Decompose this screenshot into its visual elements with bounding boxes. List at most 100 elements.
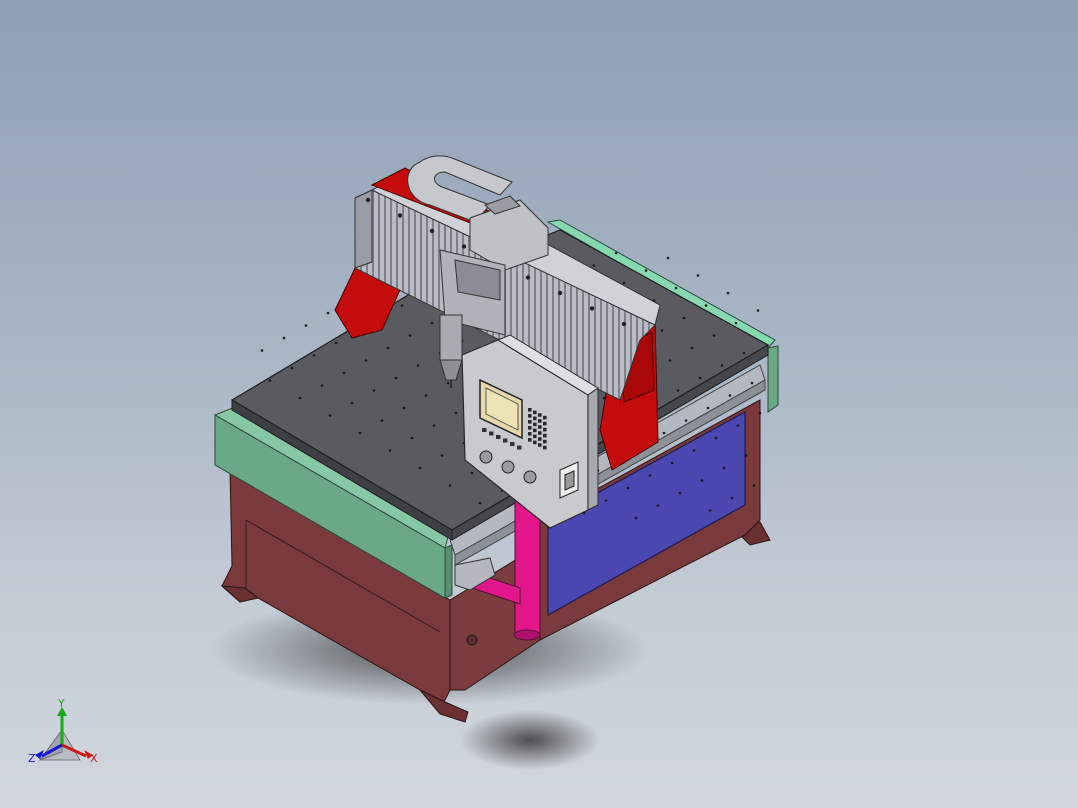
x-axis-label: X xyxy=(90,752,98,765)
table-hole xyxy=(448,484,452,487)
keypad-key[interactable] xyxy=(533,434,537,439)
table-hole xyxy=(722,466,726,470)
keypad-key[interactable] xyxy=(528,414,532,418)
table-hole xyxy=(726,291,730,295)
table-hole xyxy=(290,366,294,370)
table-hole xyxy=(690,346,694,350)
table-hole xyxy=(750,381,754,385)
table-hole xyxy=(282,336,286,340)
table-hole xyxy=(410,436,414,440)
table-hole xyxy=(364,359,368,362)
keypad-key[interactable] xyxy=(538,431,542,435)
table-hole xyxy=(700,479,704,482)
table-hole xyxy=(734,321,738,325)
table-hole xyxy=(714,436,718,440)
table-hole xyxy=(708,509,712,512)
table-hole xyxy=(676,389,680,392)
table-hole xyxy=(758,411,762,415)
y-axis-label: Y xyxy=(57,697,65,710)
keypad-key[interactable] xyxy=(538,437,542,441)
table-hole xyxy=(698,376,702,380)
table-hole xyxy=(268,379,272,382)
function-key[interactable] xyxy=(510,442,515,446)
table-hole xyxy=(470,471,474,475)
table-hole xyxy=(666,256,670,260)
table-hole xyxy=(720,364,724,367)
table-hole xyxy=(674,286,678,290)
keypad-key[interactable] xyxy=(543,439,547,444)
table-hole xyxy=(334,341,338,345)
table-hole xyxy=(440,454,444,457)
keypad-key[interactable] xyxy=(528,408,532,412)
graphics-viewport[interactable]: Y X Z xyxy=(0,0,1078,808)
keypad-key[interactable] xyxy=(528,420,532,424)
table-hole xyxy=(742,351,746,355)
table-hole xyxy=(432,424,436,427)
keypad-key[interactable] xyxy=(528,432,532,436)
table-hole xyxy=(706,406,710,410)
table-hole xyxy=(372,389,376,392)
table-hole xyxy=(478,501,482,505)
table-hole xyxy=(704,304,708,307)
keypad-key[interactable] xyxy=(533,410,537,415)
keypad-key[interactable] xyxy=(533,428,537,433)
keypad-key[interactable] xyxy=(538,413,542,417)
table-hole xyxy=(648,474,652,477)
keypad-key[interactable] xyxy=(533,416,537,421)
function-key[interactable] xyxy=(496,435,501,439)
function-key[interactable] xyxy=(517,445,522,450)
table-hole xyxy=(662,431,666,435)
beam-bolt xyxy=(397,213,403,218)
table-hole xyxy=(424,394,428,397)
table-hole xyxy=(744,454,748,457)
table-hole xyxy=(634,516,638,520)
keypad-key[interactable] xyxy=(538,425,542,429)
table-hole xyxy=(756,309,760,312)
table-hole xyxy=(728,394,732,397)
table-hole xyxy=(304,324,308,327)
table-hole xyxy=(752,484,756,487)
keypad-key[interactable] xyxy=(543,445,547,450)
keypad-key[interactable] xyxy=(538,419,542,423)
orientation-triad: Y X Z xyxy=(28,697,98,765)
table-hole xyxy=(454,411,458,415)
table-hole xyxy=(604,499,608,502)
keypad-key[interactable] xyxy=(528,438,532,442)
beam-bolt xyxy=(621,321,627,327)
table-hole xyxy=(312,354,316,357)
table-hole xyxy=(320,384,324,387)
table-hole xyxy=(260,349,264,352)
function-key[interactable] xyxy=(482,428,487,432)
table-hole xyxy=(386,346,390,350)
table-hole xyxy=(626,486,630,490)
keypad-key[interactable] xyxy=(528,426,532,430)
beam-bolt xyxy=(525,275,531,280)
table-hole xyxy=(418,466,422,470)
function-key[interactable] xyxy=(489,431,494,436)
z-axis-label: Z xyxy=(28,752,36,765)
table-hole xyxy=(326,311,330,315)
keypad-key[interactable] xyxy=(543,433,547,438)
table-hole xyxy=(388,449,392,452)
table-hole xyxy=(402,406,406,410)
keypad-key[interactable] xyxy=(533,422,537,427)
table-hole xyxy=(342,371,346,375)
keypad-key[interactable] xyxy=(543,421,547,426)
beam-bolt xyxy=(589,306,595,311)
keypad-key[interactable] xyxy=(533,440,537,445)
table-hole xyxy=(614,251,618,255)
table-hole xyxy=(622,281,626,285)
table-hole xyxy=(712,334,716,337)
keypad-key[interactable] xyxy=(543,415,547,420)
table-hole xyxy=(416,364,420,367)
table-hole xyxy=(736,424,740,427)
table-hole xyxy=(668,359,672,362)
table-hole xyxy=(684,419,688,422)
beam-bolt xyxy=(461,244,467,249)
table-hole xyxy=(430,321,434,325)
cad-model-view[interactable]: Y X Z xyxy=(0,0,1078,808)
table-hole xyxy=(656,504,660,507)
function-key[interactable] xyxy=(503,438,508,443)
keypad-key[interactable] xyxy=(543,427,547,432)
keypad-key[interactable] xyxy=(538,443,542,447)
